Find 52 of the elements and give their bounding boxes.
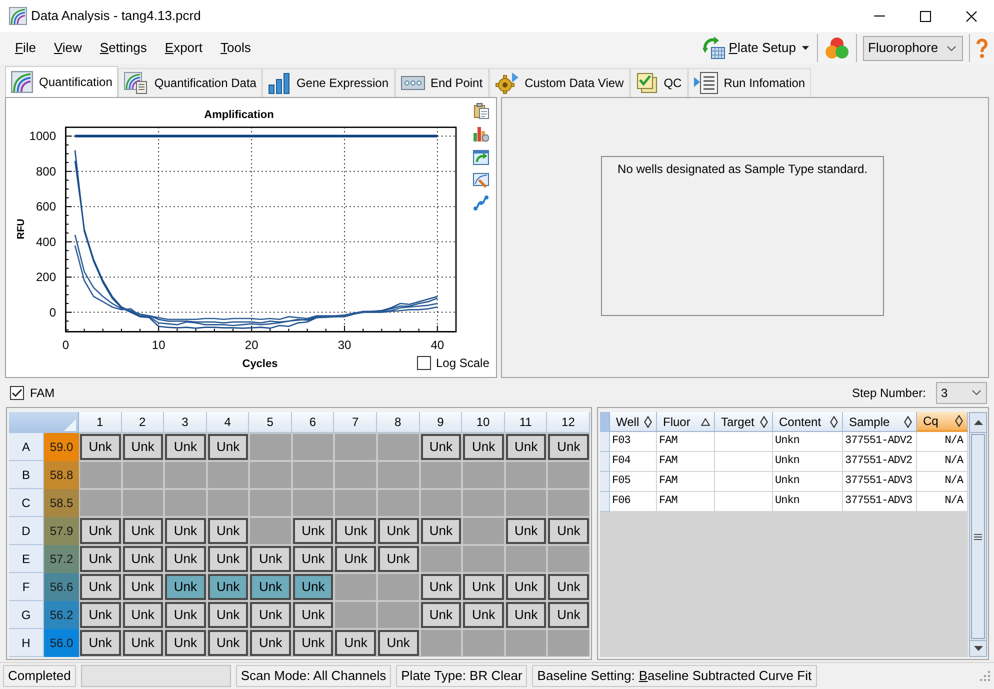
temperature-cell: 58.5 [44, 489, 79, 517]
checkbox-label: FAM [30, 384, 55, 402]
table-cell: N/A [917, 472, 968, 492]
table-cell: F03 [610, 432, 657, 452]
window-title: Data Analysis - tang4.13.pcrd [31, 7, 201, 26]
checkbox-label: Log Scale [436, 355, 490, 372]
y-tick-label: 800 [36, 164, 56, 178]
x-axis-title: Cycles [242, 358, 278, 370]
table-cell: FAM [657, 452, 715, 472]
y-tick-label: 0 [49, 305, 56, 320]
table-cell: F05 [610, 472, 657, 492]
y-tick-label: 600 [36, 200, 56, 214]
empty-state-message: No wells designated as Sample Type standard. [618, 161, 868, 176]
table-cell: 377551-ADV3 [843, 472, 917, 492]
table-cell: 377551-ADV2 [843, 432, 917, 452]
temperature-cell: 56.6 [44, 573, 79, 601]
x-tick-label: 0 [62, 338, 70, 352]
table-cell: N/A [917, 432, 968, 452]
table-cell: 377551-ADV2 [843, 452, 917, 472]
temperature-cell: 57.9 [44, 517, 79, 545]
table-cell: 377551-ADV3 [843, 492, 917, 512]
table-cell: N/A [917, 492, 968, 512]
table-cell: Unkn [773, 452, 843, 472]
table-cell: FAM [657, 472, 715, 492]
table-cell: FAM [657, 492, 715, 512]
temperature-cell: 57.2 [44, 545, 79, 573]
status-text: Plate Type: BR Clear [396, 665, 528, 687]
table-cell: N/A [917, 452, 968, 472]
table-cell: F04 [610, 452, 657, 472]
x-tick-label: 30 [338, 338, 352, 352]
y-tick-label: 400 [36, 234, 56, 249]
status-text: Completed [3, 665, 76, 687]
y-tick-label: 200 [36, 270, 56, 284]
temperature-cell: 56.2 [44, 601, 79, 629]
chart-title: Amplification [204, 109, 274, 121]
temperature-cell: 56.0 [44, 629, 79, 657]
y-tick-label: 1000 [29, 129, 56, 144]
table-cell: FAM [657, 432, 715, 452]
status-text: Scan Mode: All Channels [236, 665, 392, 687]
step-number-label: Step Number: [852, 384, 926, 402]
table-cell: Unkn [773, 492, 843, 512]
x-tick-label: 10 [152, 338, 166, 352]
table-cell: F06 [610, 492, 657, 512]
setting-label: Baseline Setting: [537, 667, 635, 686]
temperature-cell: 58.8 [44, 461, 79, 489]
temperature-cell: 59.0 [44, 433, 79, 461]
x-tick-label: 20 [244, 338, 258, 352]
table-cell: Unkn [773, 472, 843, 492]
y-axis-title: RFU [16, 218, 27, 240]
setting-value: Baseline Subtracted Curve Fit [638, 667, 812, 686]
x-tick-label: 40 [430, 338, 444, 352]
table-cell: Unkn [773, 432, 843, 452]
